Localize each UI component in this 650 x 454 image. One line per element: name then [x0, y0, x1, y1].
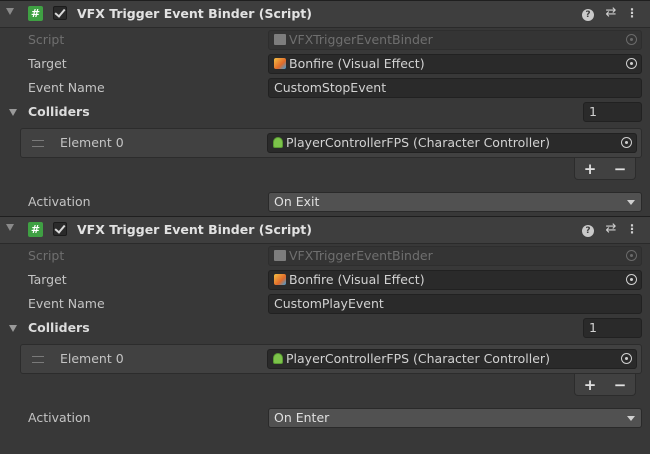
remove-element-button[interactable]: − — [614, 376, 627, 394]
element-field[interactable]: PlayerControllerFPS (Character Controlle… — [267, 133, 637, 153]
preset-icon[interactable]: ⇄ — [603, 5, 619, 21]
element-value: PlayerControllerFPS (Character Controlle… — [286, 135, 550, 150]
target-label: Target — [28, 56, 67, 71]
target-row: Target Bonfire (Visual Effect) — [0, 52, 650, 76]
target-field[interactable]: Bonfire (Visual Effect) — [268, 270, 642, 290]
target-field[interactable]: Bonfire (Visual Effect) — [268, 54, 642, 74]
colliders-list: Element 0 PlayerControllerFPS (Character… — [20, 128, 642, 158]
script-icon: # — [28, 6, 43, 21]
inspector-panel: # VFX Trigger Event Binder (Script) ? ⇄ … — [0, 0, 650, 454]
list-footer: + − — [0, 158, 650, 184]
object-picker-icon[interactable] — [621, 353, 632, 364]
object-picker-icon[interactable] — [626, 58, 637, 69]
activation-value: On Exit — [274, 194, 320, 209]
script-field: VFXTriggerEventBinder — [268, 246, 642, 266]
event-name-input[interactable]: CustomStopEvent — [268, 78, 642, 98]
character-controller-icon — [273, 137, 283, 148]
dropdown-caret-icon — [627, 416, 635, 421]
object-picker-icon — [626, 34, 637, 45]
object-picker-icon — [626, 250, 637, 261]
colliders-size-input[interactable]: 1 — [583, 318, 642, 338]
component-enabled-checkbox[interactable] — [53, 222, 67, 236]
event-name-input[interactable]: CustomPlayEvent — [268, 294, 642, 314]
component-header[interactable]: # VFX Trigger Event Binder (Script) ? ⇄ … — [0, 216, 650, 244]
colliders-foldout-icon[interactable] — [9, 325, 17, 332]
script-label: Script — [28, 32, 65, 47]
foldout-arrow-icon[interactable] — [6, 224, 14, 231]
script-value: VFXTriggerEventBinder — [289, 248, 433, 263]
element-label: Element 0 — [60, 135, 124, 150]
component-header[interactable]: # VFX Trigger Event Binder (Script) ? ⇄ … — [0, 0, 650, 28]
activation-label: Activation — [28, 410, 91, 425]
target-label: Target — [28, 272, 67, 287]
script-label: Script — [28, 248, 65, 263]
activation-row: Activation On Enter — [0, 406, 650, 432]
activation-row: Activation On Exit — [0, 190, 650, 216]
add-element-button[interactable]: + — [584, 160, 597, 178]
visual-effect-icon — [274, 274, 286, 285]
vfx-trigger-event-binder-component-2: # VFX Trigger Event Binder (Script) ? ⇄ … — [0, 216, 650, 432]
colliders-list: Element 0 PlayerControllerFPS (Character… — [20, 344, 642, 374]
target-value: Bonfire (Visual Effect) — [289, 272, 425, 287]
vfx-trigger-event-binder-component-1: # VFX Trigger Event Binder (Script) ? ⇄ … — [0, 0, 650, 216]
script-value: VFXTriggerEventBinder — [289, 32, 433, 47]
colliders-row: Colliders 1 — [0, 316, 650, 340]
script-asset-icon — [274, 34, 286, 45]
help-icon[interactable]: ? — [580, 5, 596, 21]
colliders-label[interactable]: Colliders — [28, 320, 90, 335]
component-enabled-checkbox[interactable] — [53, 6, 67, 20]
list-add-remove: + − — [574, 158, 636, 180]
list-add-remove: + − — [574, 374, 636, 396]
more-options-icon[interactable]: ⋮ — [624, 5, 640, 21]
colliders-size-input[interactable]: 1 — [583, 102, 642, 122]
script-icon: # — [28, 222, 43, 237]
element-label: Element 0 — [60, 351, 124, 366]
colliders-label[interactable]: Colliders — [28, 104, 90, 119]
component-title: VFX Trigger Event Binder (Script) — [77, 6, 312, 21]
colliders-foldout-icon[interactable] — [9, 109, 17, 116]
script-field: VFXTriggerEventBinder — [268, 30, 642, 50]
activation-dropdown[interactable]: On Exit — [268, 192, 642, 212]
event-name-label: Event Name — [28, 80, 105, 95]
foldout-arrow-icon[interactable] — [6, 8, 14, 15]
target-value: Bonfire (Visual Effect) — [289, 56, 425, 71]
element-value: PlayerControllerFPS (Character Controlle… — [286, 351, 550, 366]
drag-handle-icon[interactable] — [32, 140, 44, 147]
component-title: VFX Trigger Event Binder (Script) — [77, 222, 312, 237]
preset-icon[interactable]: ⇄ — [603, 221, 619, 237]
event-name-row: Event Name CustomPlayEvent — [0, 292, 650, 316]
script-asset-icon — [274, 250, 286, 261]
drag-handle-icon[interactable] — [32, 356, 44, 363]
object-picker-icon[interactable] — [626, 274, 637, 285]
element-field[interactable]: PlayerControllerFPS (Character Controlle… — [267, 349, 637, 369]
activation-value: On Enter — [274, 410, 330, 425]
object-picker-icon[interactable] — [621, 137, 632, 148]
target-row: Target Bonfire (Visual Effect) — [0, 268, 650, 292]
add-element-button[interactable]: + — [584, 376, 597, 394]
script-row: Script VFXTriggerEventBinder — [0, 28, 650, 52]
activation-label: Activation — [28, 194, 91, 209]
visual-effect-icon — [274, 58, 286, 69]
list-footer: + − — [0, 374, 650, 400]
help-icon[interactable]: ? — [580, 221, 596, 237]
dropdown-caret-icon — [627, 200, 635, 205]
colliders-row: Colliders 1 — [0, 100, 650, 124]
activation-dropdown[interactable]: On Enter — [268, 408, 642, 428]
script-row: Script VFXTriggerEventBinder — [0, 244, 650, 268]
event-name-row: Event Name CustomStopEvent — [0, 76, 650, 100]
remove-element-button[interactable]: − — [614, 160, 627, 178]
character-controller-icon — [273, 353, 283, 364]
more-options-icon[interactable]: ⋮ — [624, 221, 640, 237]
event-name-label: Event Name — [28, 296, 105, 311]
